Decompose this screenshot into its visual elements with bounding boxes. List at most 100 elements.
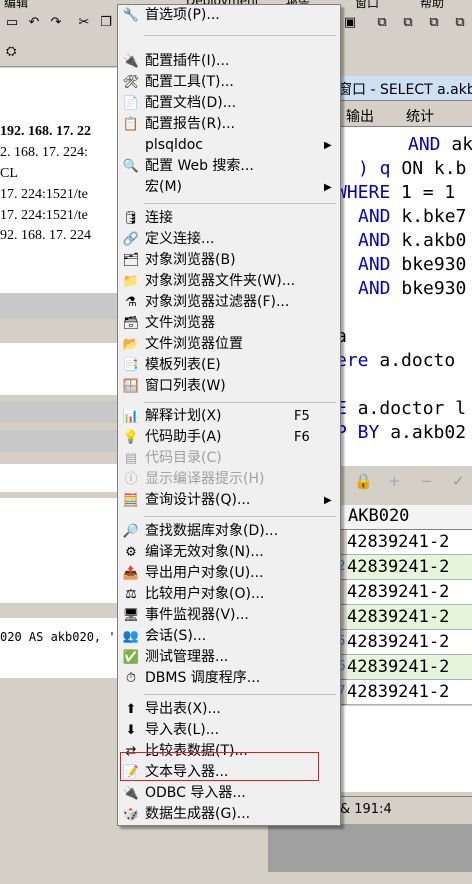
- lock-icon[interactable]: 🔒: [354, 472, 373, 490]
- tab-output[interactable]: 输出: [346, 106, 374, 126]
- toolbar-icon-b[interactable]: ⧉: [372, 13, 392, 33]
- grid-cell[interactable]: 42839241-2: [347, 530, 472, 555]
- menu-item-tools[interactable]: 🛠 配置工具(T)...: [118, 72, 340, 93]
- connection-tree[interactable]: 192. 168. 17. 22 2. 168. 17. 224: CL 17.…: [0, 68, 122, 293]
- menu-separator: [144, 402, 336, 403]
- menu-item-wrench[interactable]: 🔧 首选项(P)...: [118, 5, 340, 26]
- cut-icon[interactable]: ✂: [74, 13, 94, 33]
- menu-item-label: 配置文档(D)...: [145, 95, 237, 111]
- left-toolbar-icon[interactable]: ⛭: [6, 44, 16, 59]
- menu-item-label: 导入表(L)...: [145, 722, 220, 738]
- tab-statistics[interactable]: 统计: [406, 106, 434, 126]
- grid-cell[interactable]: 42839241-2: [347, 580, 472, 605]
- database-icon: 🛢: [122, 211, 140, 226]
- new-icon[interactable]: ▭: [2, 13, 22, 33]
- sql-line: AND ak: [408, 134, 472, 155]
- tree-line[interactable]: 92. 168. 17. 224: [0, 228, 91, 244]
- left-list[interactable]: [0, 343, 122, 395]
- menu-item-plugin[interactable]: 🔌 配置插件(I)...: [118, 51, 340, 72]
- grid-cell[interactable]: 42839241-2: [347, 655, 472, 680]
- menu-item-find-db-objects[interactable]: 🔎 查找数据库对象(D)...: [118, 521, 340, 542]
- menu-item-label: 对象浏览器(B): [145, 252, 236, 268]
- menu-item-file-browser-location[interactable]: 📂 文件浏览器位置: [118, 334, 340, 355]
- grid-header: AKB020: [336, 505, 472, 530]
- menu-item-object-browser-filter[interactable]: ⚗ 对象浏览器过滤器(F)...: [118, 292, 340, 313]
- toolbar-icon-c[interactable]: ⧉: [398, 13, 418, 33]
- submenu-arrow-icon: ▶: [324, 140, 332, 151]
- menu-item-export-tables[interactable]: ⬆ 导出表(X)...: [118, 699, 340, 720]
- menu-item-plsqldoc[interactable]: plsqldoc ▶: [118, 135, 340, 156]
- web-search-icon: 🔍: [122, 159, 140, 174]
- menu-item-define-connection[interactable]: 🔗 定义连接...: [118, 229, 340, 250]
- tree-line[interactable]: 17. 224:1521/te: [0, 187, 88, 203]
- menu-item-event-monitor[interactable]: 🖥 事件监视器(V)...: [118, 605, 340, 626]
- export-user-objects-icon: 📤: [122, 566, 140, 581]
- menu-item-m[interactable]: 宏(M) ▶: [118, 177, 340, 198]
- left-input[interactable]: [0, 464, 122, 492]
- menu-item-code-assistant[interactable]: 💡 代码助手(A) F6: [118, 427, 340, 448]
- column-header-akb020[interactable]: AKB020: [348, 506, 409, 526]
- define-connection-icon: 🔗: [122, 232, 140, 247]
- delete-row-icon[interactable]: −: [420, 472, 433, 490]
- sql-line: WHERE 1 = 1: [336, 182, 456, 203]
- menu-item-import-tables[interactable]: ⬇ 导入表(L)...: [118, 720, 340, 741]
- menu-item-object-browser[interactable]: 🗂 对象浏览器(B): [118, 250, 340, 271]
- compile-invalid-icon: ⚙: [125, 545, 137, 560]
- code-assistant-icon: 💡: [122, 430, 140, 445]
- left-sql-area[interactable]: 020 AS akb020, ': [0, 618, 122, 678]
- odbc-importer-icon: 🔌: [122, 786, 140, 801]
- code-contents-icon: ▤: [124, 451, 138, 466]
- status-position: & 191:4: [340, 802, 392, 817]
- menu-item-file-browser[interactable]: 🗃 文件浏览器: [118, 313, 340, 334]
- menu-item-query-designer[interactable]: 🧮 查询设计器(Q)... ▶: [118, 490, 340, 511]
- menu-item-database[interactable]: 🛢 连接: [118, 208, 340, 229]
- menu-item-object-browser-folder[interactable]: 📁 对象浏览器文件夹(W)...: [118, 271, 340, 292]
- menu-item-sessions[interactable]: 👥 会话(S)...: [118, 626, 340, 647]
- menu-item-dbms-scheduler[interactable]: ⏱ DBMS 调度程序...: [118, 668, 340, 689]
- file-browser-icon: 🗃: [122, 316, 140, 331]
- menu-item-export-user-objects[interactable]: 📤 导出用户对象(U)...: [118, 563, 340, 584]
- left-result-area[interactable]: [0, 498, 122, 603]
- window-list-icon: 🪟: [122, 379, 140, 394]
- redo-icon[interactable]: ↷: [46, 13, 66, 33]
- menu-item-data-generator[interactable]: 🎲 数据生成器(G)...: [118, 804, 340, 825]
- dbms-scheduler-icon: ⏱: [125, 671, 137, 686]
- tree-line[interactable]: CL: [0, 166, 18, 182]
- menu-item-label: 数据生成器(G)...: [145, 806, 251, 822]
- tree-line[interactable]: 17. 224:1521/te: [0, 208, 88, 224]
- tree-line[interactable]: 2. 168. 17. 224:: [0, 145, 88, 161]
- sql-line: ere a.docto: [336, 350, 456, 371]
- copy-icon[interactable]: ❐: [96, 13, 116, 33]
- add-row-icon[interactable]: +: [388, 472, 401, 490]
- toolbar-icon-e[interactable]: ⧉: [450, 13, 470, 33]
- undo-icon[interactable]: ↶: [24, 13, 44, 33]
- menu-item-web-search[interactable]: 🔍 配置 Web 搜索...: [118, 156, 340, 177]
- menu-item-label: 配置 Web 搜索...: [145, 158, 254, 174]
- menu-item-explain-plan[interactable]: 📊 解释计划(X) F5: [118, 406, 340, 427]
- menu-item-label: 对象浏览器文件夹(W)...: [145, 273, 296, 289]
- menu-item-test-manager[interactable]: ✅ 测试管理器...: [118, 647, 340, 668]
- toolbar-icon-a[interactable]: ▣: [340, 13, 360, 33]
- tree-line[interactable]: 192. 168. 17. 22: [0, 124, 91, 140]
- sql-line: AND k.akb0: [358, 230, 467, 251]
- menu-item-document[interactable]: 📄 配置文档(D)...: [118, 93, 340, 114]
- menu-item-label: 导出表(X)...: [145, 701, 221, 717]
- grid-cell[interactable]: 42839241-2: [347, 630, 472, 655]
- menu-item-label: 会话(S)...: [145, 628, 207, 644]
- post-icon[interactable]: ✓: [452, 472, 465, 490]
- highlight-box: [120, 752, 319, 781]
- submenu-arrow-icon: ▶: [324, 182, 332, 193]
- menu-item-report[interactable]: 📋 配置报告(R)...: [118, 114, 340, 135]
- grid-cell[interactable]: 42839241-2: [347, 605, 472, 630]
- menu-item-odbc-importer[interactable]: 🔌 ODBC 导入器...: [118, 783, 340, 804]
- left-header: [0, 401, 122, 423]
- menu-item-compare-user-objects[interactable]: ⚖ 比较用户对象(O)...: [118, 584, 340, 605]
- menu-item-compile-invalid[interactable]: ⚙ 编译无效对象(N)...: [118, 542, 340, 563]
- menu-item-window-list[interactable]: 🪟 窗口列表(W): [118, 376, 340, 397]
- grid-cell[interactable]: 42839241-2: [347, 555, 472, 580]
- grid-cell[interactable]: 42839241-2: [347, 680, 472, 705]
- menu-item-shortcut: F5: [294, 409, 310, 424]
- menu-item-template-list[interactable]: 📑 模板列表(E): [118, 355, 340, 376]
- menu-item-label: plsqldoc: [145, 137, 203, 153]
- toolbar-icon-d[interactable]: ⧉: [424, 13, 444, 33]
